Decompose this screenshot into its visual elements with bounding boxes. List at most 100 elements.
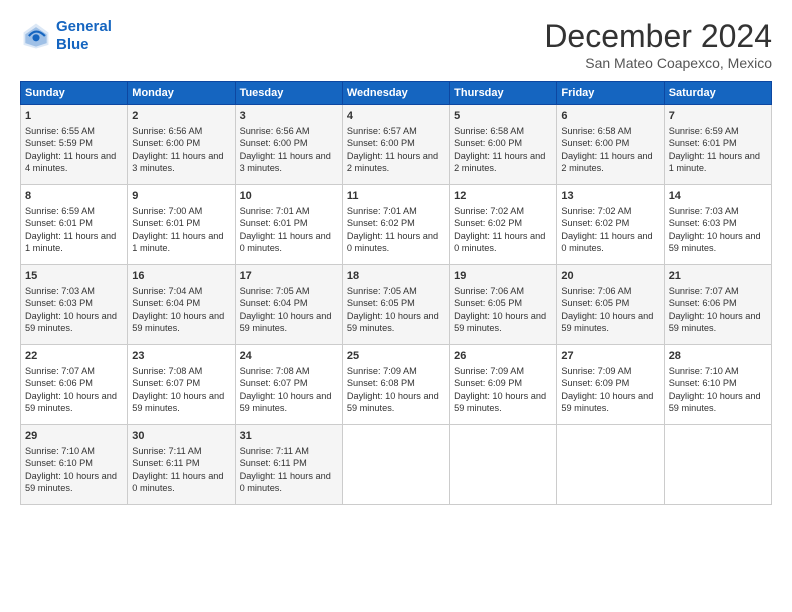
- day-info: Sunrise: 7:08 AM Sunset: 6:07 PM Dayligh…: [132, 365, 230, 415]
- day-number: 25: [347, 349, 445, 364]
- day-number: 8: [25, 189, 123, 204]
- day-info: Sunrise: 7:08 AM Sunset: 6:07 PM Dayligh…: [240, 365, 338, 415]
- day-number: 5: [454, 109, 552, 124]
- day-info: Sunrise: 7:07 AM Sunset: 6:06 PM Dayligh…: [669, 285, 767, 335]
- day-cell: 23Sunrise: 7:08 AM Sunset: 6:07 PM Dayli…: [128, 345, 235, 425]
- day-info: Sunrise: 6:58 AM Sunset: 6:00 PM Dayligh…: [561, 125, 659, 175]
- day-cell: 21Sunrise: 7:07 AM Sunset: 6:06 PM Dayli…: [664, 265, 771, 345]
- col-header-thursday: Thursday: [450, 82, 557, 105]
- location-title: San Mateo Coapexco, Mexico: [544, 55, 772, 71]
- page: General Blue December 2024 San Mateo Coa…: [0, 0, 792, 515]
- day-number: 23: [132, 349, 230, 364]
- day-cell: 27Sunrise: 7:09 AM Sunset: 6:09 PM Dayli…: [557, 345, 664, 425]
- day-number: 9: [132, 189, 230, 204]
- day-cell: 17Sunrise: 7:05 AM Sunset: 6:04 PM Dayli…: [235, 265, 342, 345]
- week-row-3: 15Sunrise: 7:03 AM Sunset: 6:03 PM Dayli…: [21, 265, 772, 345]
- day-info: Sunrise: 6:55 AM Sunset: 5:59 PM Dayligh…: [25, 125, 123, 175]
- day-cell: 18Sunrise: 7:05 AM Sunset: 6:05 PM Dayli…: [342, 265, 449, 345]
- header: General Blue December 2024 San Mateo Coa…: [20, 18, 772, 71]
- day-info: Sunrise: 7:09 AM Sunset: 6:08 PM Dayligh…: [347, 365, 445, 415]
- day-cell: 7Sunrise: 6:59 AM Sunset: 6:01 PM Daylig…: [664, 105, 771, 185]
- day-number: 26: [454, 349, 552, 364]
- day-number: 13: [561, 189, 659, 204]
- day-number: 16: [132, 269, 230, 284]
- calendar-table: SundayMondayTuesdayWednesdayThursdayFrid…: [20, 81, 772, 505]
- day-cell: [342, 425, 449, 505]
- day-info: Sunrise: 7:00 AM Sunset: 6:01 PM Dayligh…: [132, 205, 230, 255]
- day-cell: 3Sunrise: 6:56 AM Sunset: 6:00 PM Daylig…: [235, 105, 342, 185]
- week-row-1: 1Sunrise: 6:55 AM Sunset: 5:59 PM Daylig…: [21, 105, 772, 185]
- logo: General Blue: [20, 18, 112, 54]
- day-cell: 8Sunrise: 6:59 AM Sunset: 6:01 PM Daylig…: [21, 185, 128, 265]
- day-number: 31: [240, 429, 338, 444]
- day-info: Sunrise: 7:02 AM Sunset: 6:02 PM Dayligh…: [561, 205, 659, 255]
- day-number: 29: [25, 429, 123, 444]
- day-info: Sunrise: 7:01 AM Sunset: 6:02 PM Dayligh…: [347, 205, 445, 255]
- day-cell: [664, 425, 771, 505]
- col-header-sunday: Sunday: [21, 82, 128, 105]
- title-block: December 2024 San Mateo Coapexco, Mexico: [544, 18, 772, 71]
- day-info: Sunrise: 6:57 AM Sunset: 6:00 PM Dayligh…: [347, 125, 445, 175]
- day-number: 24: [240, 349, 338, 364]
- day-cell: 26Sunrise: 7:09 AM Sunset: 6:09 PM Dayli…: [450, 345, 557, 425]
- day-info: Sunrise: 6:56 AM Sunset: 6:00 PM Dayligh…: [132, 125, 230, 175]
- day-cell: 28Sunrise: 7:10 AM Sunset: 6:10 PM Dayli…: [664, 345, 771, 425]
- day-info: Sunrise: 7:05 AM Sunset: 6:05 PM Dayligh…: [347, 285, 445, 335]
- day-cell: 19Sunrise: 7:06 AM Sunset: 6:05 PM Dayli…: [450, 265, 557, 345]
- logo-text: General Blue: [56, 18, 112, 54]
- day-info: Sunrise: 7:03 AM Sunset: 6:03 PM Dayligh…: [669, 205, 767, 255]
- day-cell: 1Sunrise: 6:55 AM Sunset: 5:59 PM Daylig…: [21, 105, 128, 185]
- day-cell: 14Sunrise: 7:03 AM Sunset: 6:03 PM Dayli…: [664, 185, 771, 265]
- day-number: 6: [561, 109, 659, 124]
- month-title: December 2024: [544, 18, 772, 55]
- day-info: Sunrise: 7:06 AM Sunset: 6:05 PM Dayligh…: [454, 285, 552, 335]
- col-header-wednesday: Wednesday: [342, 82, 449, 105]
- day-number: 17: [240, 269, 338, 284]
- day-info: Sunrise: 7:01 AM Sunset: 6:01 PM Dayligh…: [240, 205, 338, 255]
- day-number: 15: [25, 269, 123, 284]
- day-number: 2: [132, 109, 230, 124]
- day-number: 21: [669, 269, 767, 284]
- day-info: Sunrise: 7:06 AM Sunset: 6:05 PM Dayligh…: [561, 285, 659, 335]
- day-info: Sunrise: 6:58 AM Sunset: 6:00 PM Dayligh…: [454, 125, 552, 175]
- day-number: 11: [347, 189, 445, 204]
- day-cell: 25Sunrise: 7:09 AM Sunset: 6:08 PM Dayli…: [342, 345, 449, 425]
- day-cell: [450, 425, 557, 505]
- day-info: Sunrise: 6:59 AM Sunset: 6:01 PM Dayligh…: [25, 205, 123, 255]
- day-cell: 5Sunrise: 6:58 AM Sunset: 6:00 PM Daylig…: [450, 105, 557, 185]
- day-cell: 10Sunrise: 7:01 AM Sunset: 6:01 PM Dayli…: [235, 185, 342, 265]
- day-info: Sunrise: 7:10 AM Sunset: 6:10 PM Dayligh…: [25, 445, 123, 495]
- day-cell: 16Sunrise: 7:04 AM Sunset: 6:04 PM Dayli…: [128, 265, 235, 345]
- day-cell: 12Sunrise: 7:02 AM Sunset: 6:02 PM Dayli…: [450, 185, 557, 265]
- day-info: Sunrise: 7:03 AM Sunset: 6:03 PM Dayligh…: [25, 285, 123, 335]
- week-row-2: 8Sunrise: 6:59 AM Sunset: 6:01 PM Daylig…: [21, 185, 772, 265]
- day-info: Sunrise: 7:11 AM Sunset: 6:11 PM Dayligh…: [132, 445, 230, 495]
- day-cell: 20Sunrise: 7:06 AM Sunset: 6:05 PM Dayli…: [557, 265, 664, 345]
- col-header-saturday: Saturday: [664, 82, 771, 105]
- day-number: 18: [347, 269, 445, 284]
- day-number: 3: [240, 109, 338, 124]
- col-header-tuesday: Tuesday: [235, 82, 342, 105]
- day-info: Sunrise: 7:11 AM Sunset: 6:11 PM Dayligh…: [240, 445, 338, 495]
- day-number: 20: [561, 269, 659, 284]
- day-info: Sunrise: 7:10 AM Sunset: 6:10 PM Dayligh…: [669, 365, 767, 415]
- day-info: Sunrise: 7:04 AM Sunset: 6:04 PM Dayligh…: [132, 285, 230, 335]
- day-cell: 15Sunrise: 7:03 AM Sunset: 6:03 PM Dayli…: [21, 265, 128, 345]
- day-cell: 2Sunrise: 6:56 AM Sunset: 6:00 PM Daylig…: [128, 105, 235, 185]
- col-header-friday: Friday: [557, 82, 664, 105]
- logo-general: General: [56, 18, 112, 35]
- day-number: 14: [669, 189, 767, 204]
- day-cell: 30Sunrise: 7:11 AM Sunset: 6:11 PM Dayli…: [128, 425, 235, 505]
- day-cell: 11Sunrise: 7:01 AM Sunset: 6:02 PM Dayli…: [342, 185, 449, 265]
- week-row-5: 29Sunrise: 7:10 AM Sunset: 6:10 PM Dayli…: [21, 425, 772, 505]
- logo-blue: Blue: [56, 36, 89, 53]
- header-row: SundayMondayTuesdayWednesdayThursdayFrid…: [21, 82, 772, 105]
- day-number: 12: [454, 189, 552, 204]
- day-number: 7: [669, 109, 767, 124]
- day-number: 10: [240, 189, 338, 204]
- day-cell: 22Sunrise: 7:07 AM Sunset: 6:06 PM Dayli…: [21, 345, 128, 425]
- day-cell: [557, 425, 664, 505]
- day-number: 1: [25, 109, 123, 124]
- day-cell: 13Sunrise: 7:02 AM Sunset: 6:02 PM Dayli…: [557, 185, 664, 265]
- day-cell: 29Sunrise: 7:10 AM Sunset: 6:10 PM Dayli…: [21, 425, 128, 505]
